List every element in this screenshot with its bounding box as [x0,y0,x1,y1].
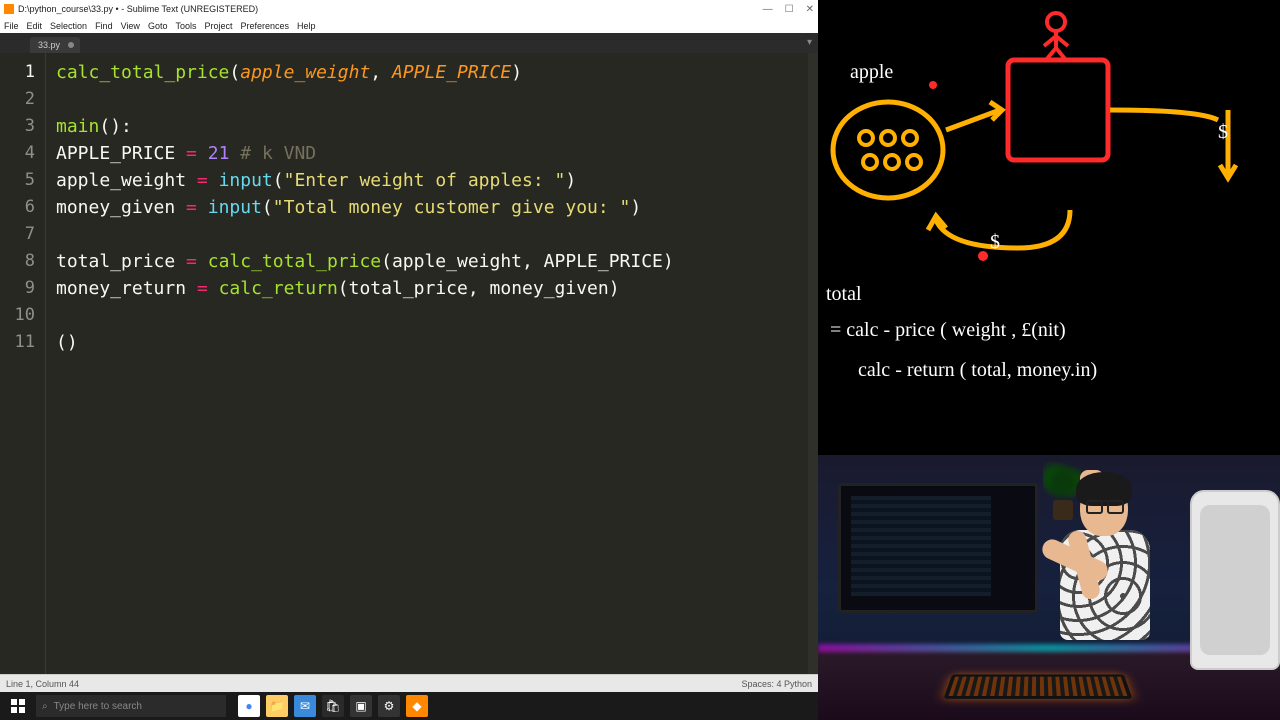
taskbar-search[interactable]: ⌕ Type here to search [36,695,226,717]
code-line[interactable]: calc_total_price(apple_weight, APPLE_PRI… [56,59,808,86]
code-line[interactable] [56,86,808,113]
menu-selection[interactable]: Selection [50,21,87,31]
menu-help[interactable]: Help [297,21,316,31]
menu-project[interactable]: Project [204,21,232,31]
search-icon: ⌕ [42,701,48,712]
chrome-icon[interactable]: ● [238,695,260,717]
window-title-bar: D:\python_course\33.py • - Sublime Text … [0,0,818,18]
files-icon[interactable]: 📁 [266,695,288,717]
menu-file[interactable]: File [4,21,19,31]
menu-view[interactable]: View [121,21,140,31]
menu-preferences[interactable]: Preferences [240,21,289,31]
status-bar: Line 1, Column 44 Spaces: 4 Python [0,674,818,692]
code-line[interactable] [56,302,808,329]
tab-label: 33.py [38,40,60,50]
menu-goto[interactable]: Goto [148,21,168,31]
dollar-return-icon: $ [990,231,1000,253]
maximize-button[interactable]: ☐ [785,4,794,15]
store-icon[interactable]: 🛍 [322,695,344,717]
code-line[interactable]: main(): [56,113,808,140]
code-editor[interactable]: 1234567891011 calc_total_price(apple_wei… [0,53,818,674]
wb-line1: = calc - price ( weight , £(nit) [830,319,1066,341]
start-button[interactable] [4,695,32,717]
wb-line2: calc - return ( total, money.in) [858,359,1097,381]
settings-icon[interactable]: ⚙ [378,695,400,717]
code-line[interactable]: money_given = input("Total money custome… [56,194,808,221]
code-line[interactable]: apple_weight = input("Enter weight of ap… [56,167,808,194]
menu-tools[interactable]: Tools [175,21,196,31]
webcam-panel [818,455,1280,720]
close-button[interactable]: ✕ [806,4,814,15]
line-gutter: 1234567891011 [0,53,46,674]
app-icon [4,4,14,14]
wb-label-total: total [826,283,862,305]
code-area[interactable]: calc_total_price(apple_weight, APPLE_PRI… [46,53,808,674]
menu-find[interactable]: Find [95,21,113,31]
code-line[interactable]: money_return = calc_return(total_price, … [56,275,808,302]
status-right: Spaces: 4 Python [741,679,812,689]
status-left: Line 1, Column 44 [6,679,79,689]
code-line[interactable]: total_price = calc_total_price(apple_wei… [56,248,808,275]
code-line[interactable]: APPLE_PRICE = 21 # k VND [56,140,808,167]
menu-edit[interactable]: Edit [27,21,43,31]
tab-bar[interactable]: 33.py ▾ [0,33,818,53]
webcam-monitor [838,483,1038,613]
whiteboard-panel: $ $ apple total = calc - price ( weight … [818,0,1280,455]
menu-bar[interactable]: File Edit Selection Find View Goto Tools Projec… [0,18,818,33]
code-line[interactable] [56,221,808,248]
editor-tab[interactable]: 33.py [30,37,80,53]
dollar-out-icon: $ [1218,121,1228,143]
windows-taskbar[interactable]: ⌕ Type here to search ● 📁 ✉ 🛍 ▣ ⚙ ◆ [0,692,818,720]
tab-dirty-icon [68,42,74,48]
terminal-icon[interactable]: ▣ [350,695,372,717]
window-title: D:\python_course\33.py • - Sublime Text … [18,4,763,14]
webcam-person [1040,460,1240,690]
minimize-button[interactable]: — [763,4,773,15]
search-placeholder: Type here to search [54,701,142,712]
minimap[interactable] [808,53,818,674]
mail-icon[interactable]: ✉ [294,695,316,717]
tab-overflow-icon[interactable]: ▾ [807,37,812,48]
code-line[interactable]: () [56,329,808,356]
wb-label-apple: apple [850,61,893,83]
sublime-icon[interactable]: ◆ [406,695,428,717]
